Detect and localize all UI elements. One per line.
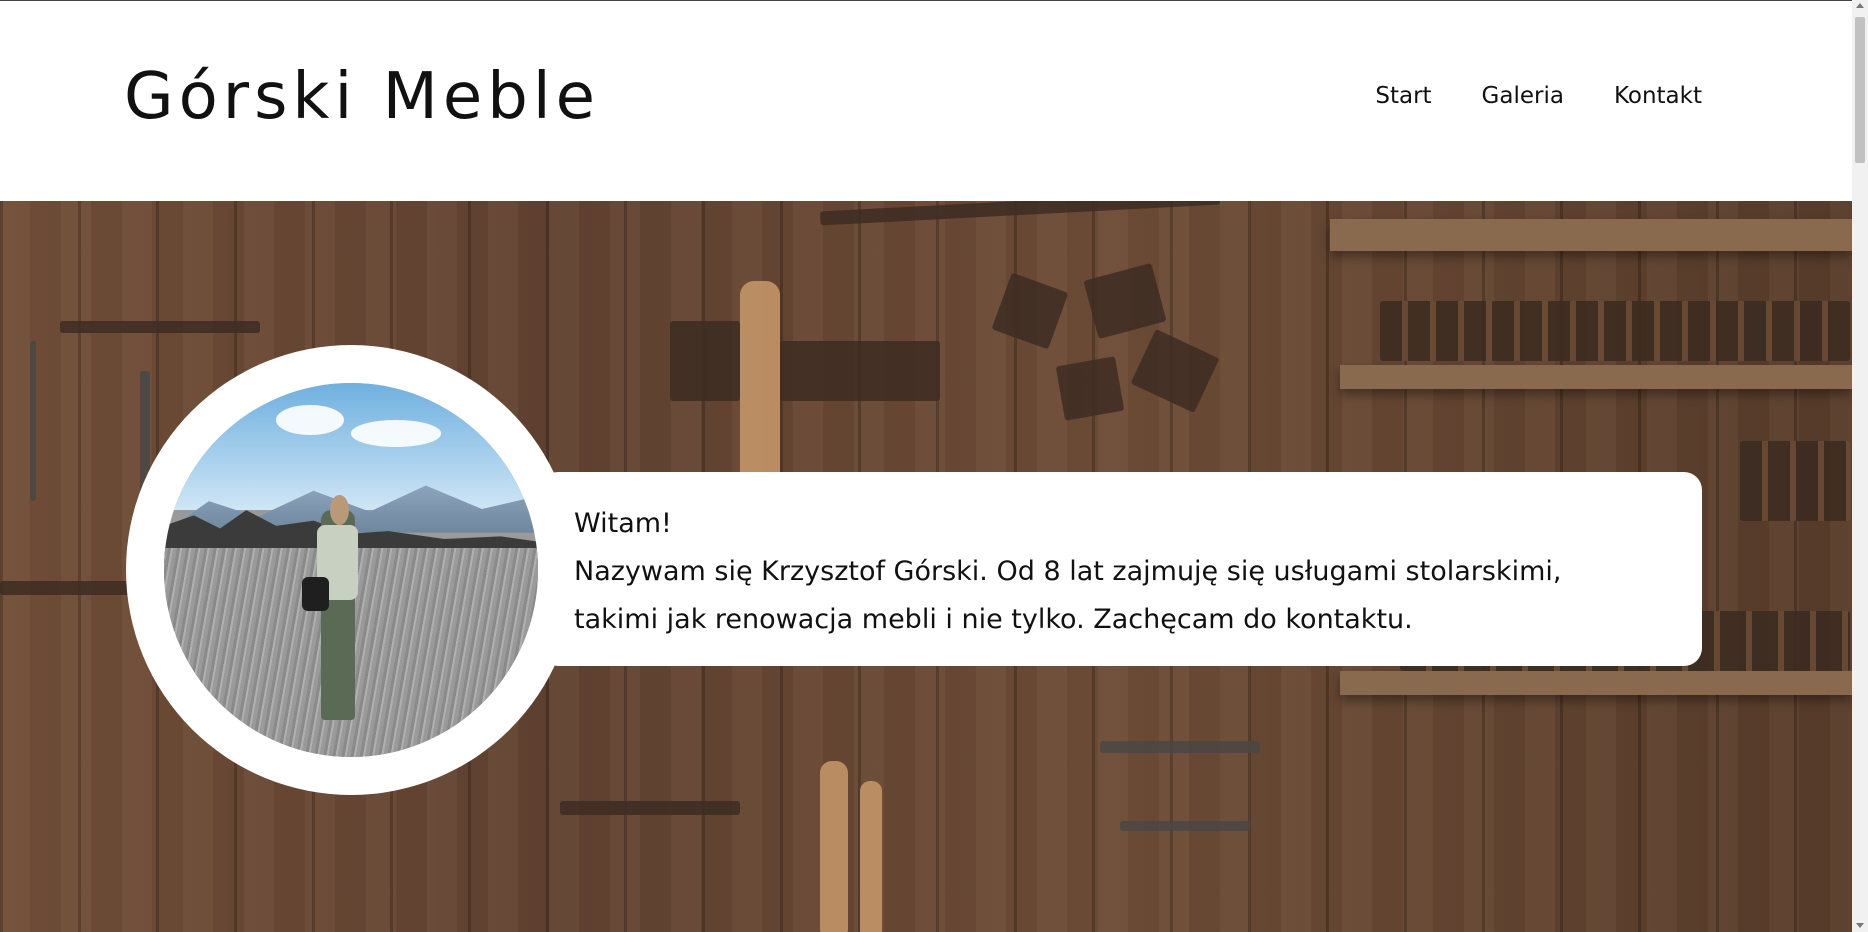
- nav-start-link[interactable]: Start: [1375, 79, 1431, 113]
- shelf-bottom: [1340, 671, 1852, 695]
- brace-drill-1: [1100, 741, 1260, 753]
- scroll-down-arrow-icon[interactable]: [1856, 923, 1864, 928]
- hanging-drill-bit: [30, 341, 36, 501]
- intro-text: Nazywam się Krzysztof Górski. Od 8 lat z…: [574, 556, 1562, 635]
- nav-kontakt-link[interactable]: Kontakt: [1614, 79, 1702, 113]
- scroll-up-arrow-icon[interactable]: [1856, 3, 1864, 8]
- wooden-handle-2: [860, 781, 882, 932]
- wooden-plane-block: [670, 321, 740, 401]
- site-title[interactable]: Górski Meble: [124, 57, 600, 137]
- photo-sky: [164, 383, 538, 511]
- shelf-planes-row-2: [1740, 441, 1850, 521]
- photo-cloud: [276, 405, 344, 436]
- site-header: Górski Meble Start Galeria Kontakt: [0, 1, 1852, 201]
- profile-photo-frame: [126, 345, 576, 795]
- page-scrollbar[interactable]: [1852, 0, 1868, 932]
- wooden-block-4: [1055, 356, 1125, 421]
- main-nav: Start Galeria Kontakt: [1375, 79, 1702, 113]
- brace-drill-2: [1120, 821, 1250, 831]
- photo-person-bag: [302, 577, 329, 612]
- bow-saw: [560, 801, 740, 815]
- shelf-planes-row-1: [1380, 301, 1850, 361]
- intro-greeting: Witam!: [574, 508, 672, 539]
- wooden-mallet: [740, 281, 780, 501]
- intro-card: Witam! Nazywam się Krzysztof Górski. Od …: [540, 472, 1702, 666]
- wall-bracket: [780, 341, 940, 401]
- wooden-handle-1: [820, 761, 848, 932]
- wall-rack: [60, 321, 260, 333]
- shelf-top: [1330, 219, 1852, 251]
- profile-photo: [164, 383, 538, 757]
- nav-galeria-link[interactable]: Galeria: [1482, 79, 1564, 113]
- shelf-middle: [1340, 365, 1852, 389]
- scrollbar-thumb[interactable]: [1855, 17, 1865, 163]
- photo-cloud: [351, 420, 441, 447]
